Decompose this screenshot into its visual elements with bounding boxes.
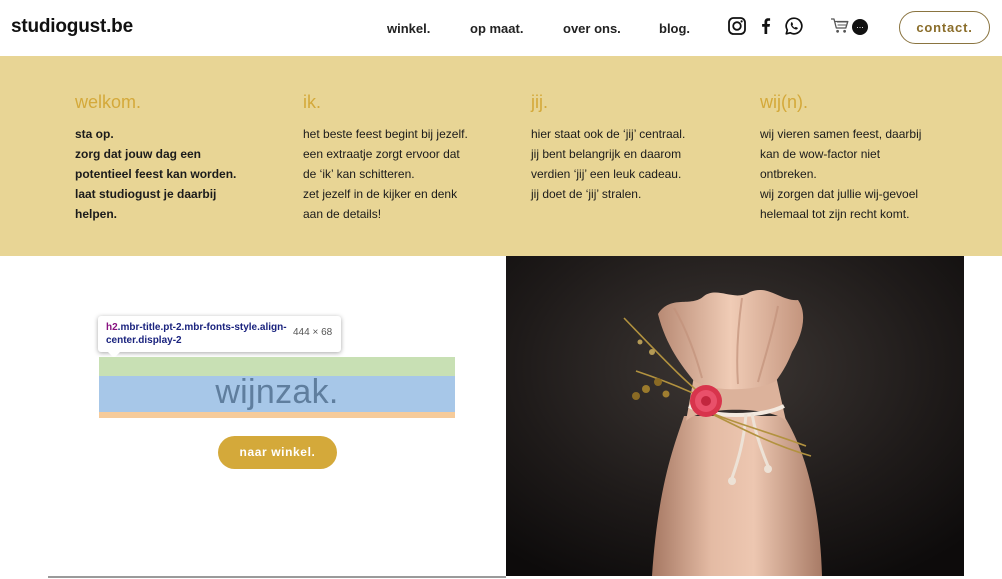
- column-title: wij(n).: [760, 92, 808, 112]
- intro-column-ik: ik. het beste feest begint bij jezelf. e…: [303, 92, 503, 224]
- nav-op-maat[interactable]: op maat.: [470, 21, 523, 36]
- facebook-icon[interactable]: [756, 16, 776, 36]
- intro-band: welkom. sta op. zorg dat jouw dag een po…: [0, 56, 1002, 256]
- devtools-inspect-tooltip: h2.mbr-title.pt-2.mbr-fonts-style.align-…: [98, 316, 341, 358]
- devtools-padding-highlight: [99, 412, 455, 418]
- cart-icon[interactable]: [830, 17, 850, 35]
- whatsapp-icon[interactable]: [784, 16, 804, 36]
- devtools-tag: h2: [106, 322, 118, 333]
- site-logo[interactable]: studiogust.be: [11, 16, 133, 38]
- column-text: sta op. zorg dat jouw dag een potentieel…: [75, 127, 237, 221]
- column-text: hier staat ook de ‘jij’ centraal. jij be…: [531, 127, 686, 201]
- intro-column-wijn: wij(n). wij vieren samen feest, daarbij …: [760, 92, 960, 224]
- column-text: het beste feest begint bij jezelf. een e…: [303, 127, 468, 221]
- contact-button[interactable]: contact.: [899, 11, 990, 44]
- product-title: wijnzak.: [215, 373, 339, 411]
- section-divider: [48, 576, 506, 578]
- devtools-class-list: .mbr-title.pt-2.mbr-fonts-style.align-ce…: [106, 322, 287, 346]
- site-header: studiogust.be winkel. op maat. over ons.…: [0, 0, 1002, 56]
- nav-winkel[interactable]: winkel.: [387, 21, 430, 36]
- nav-over-ons[interactable]: over ons.: [563, 21, 621, 36]
- cart-count-badge[interactable]: ...: [852, 19, 868, 35]
- column-title: welkom.: [75, 92, 142, 112]
- wine-bag-photo-illustration: [506, 256, 964, 576]
- devtools-element-size: 444 × 68: [293, 327, 333, 338]
- intro-column-welkom: welkom. sta op. zorg dat jouw dag een po…: [75, 92, 275, 224]
- nav-blog[interactable]: blog.: [659, 21, 690, 36]
- product-photo: [506, 256, 964, 576]
- column-text: wij vieren samen feest, daarbij kan de w…: [760, 127, 922, 221]
- naar-winkel-button[interactable]: naar winkel.: [218, 436, 337, 469]
- instagram-icon[interactable]: [727, 16, 747, 36]
- column-title: jij.: [531, 92, 548, 112]
- devtools-selector: h2.mbr-title.pt-2.mbr-fonts-style.align-…: [106, 321, 290, 347]
- column-title: ik.: [303, 92, 321, 112]
- intro-column-jij: jij. hier staat ook de ‘jij’ centraal. j…: [531, 92, 731, 204]
